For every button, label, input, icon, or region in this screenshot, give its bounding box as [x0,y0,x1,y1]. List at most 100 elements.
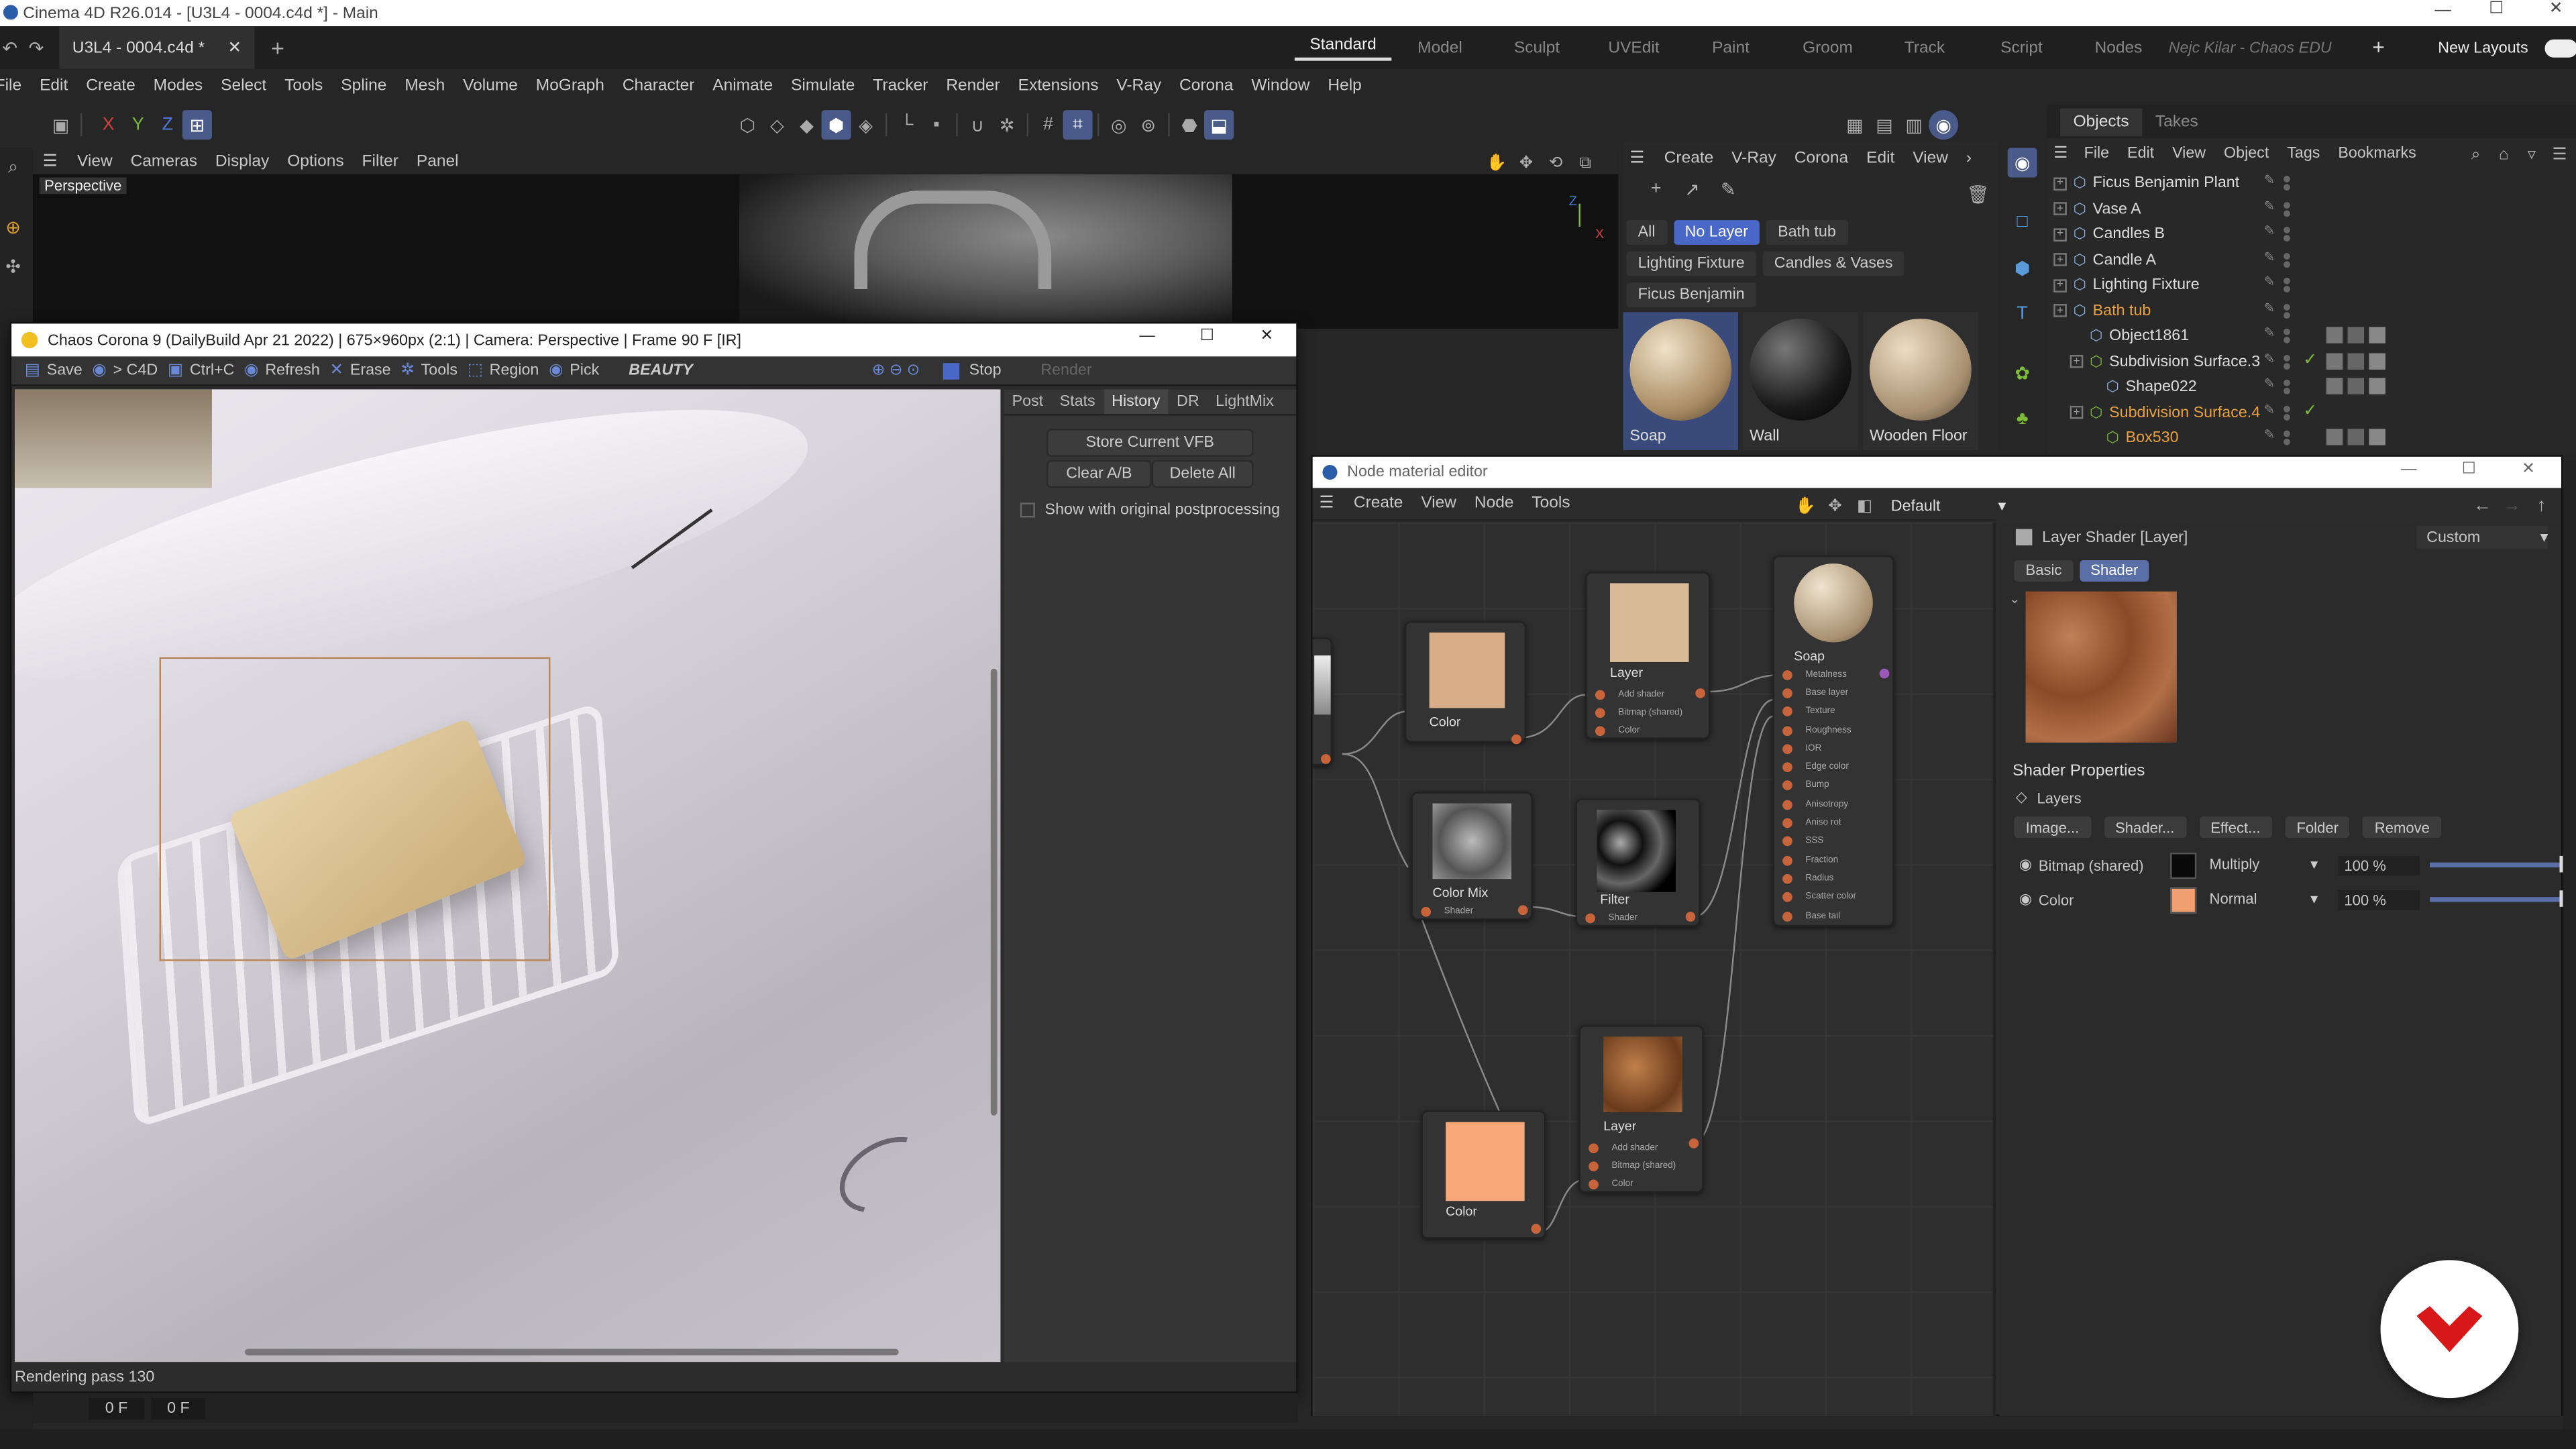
coordinate-system-icon[interactable]: ⊞ [182,110,212,140]
object-row[interactable]: + ⬡ Subdivision Surface.4 ✎ ✓ [2047,400,2576,425]
soap-port[interactable]: Anisotropy [1782,795,1886,814]
node-partial[interactable] [1312,637,1333,766]
visibility-dots[interactable] [2284,252,2290,267]
edit-toggle-icon[interactable]: ✎ [2264,198,2275,213]
tab-basic[interactable]: Basic [2012,557,2076,583]
erase-icon[interactable]: ✕ [329,362,343,380]
menu-spline[interactable]: Spline [341,76,386,95]
opacity-slider[interactable] [2429,890,2565,907]
pan-icon[interactable]: ✋ [1483,150,1509,176]
render-settings-icon[interactable]: ⬓ [1204,110,1234,140]
menu-mesh[interactable]: Mesh [405,76,445,95]
blend-mode-dropdown[interactable]: Normal ▾ [2210,890,2318,908]
soap-port[interactable]: Base tail [1782,906,1886,925]
eyedropper-icon[interactable]: ✎ [1715,176,1741,202]
render-queue-icon[interactable]: ▥ [1899,110,1929,140]
uv-mode-icon[interactable]: ◈ [851,110,881,140]
material-soap[interactable]: Soap [1623,312,1739,451]
camera-icon[interactable]: ◉ [2007,148,2037,178]
object-row[interactable]: ⬡ Object1861 ✎ [2047,323,2576,349]
menu-tools[interactable]: Tools [284,76,323,95]
tools-icon[interactable]: ✲ [400,362,415,380]
solo-icon[interactable]: ◎ [1104,110,1134,140]
move-view-icon[interactable]: ✥ [1513,150,1540,176]
object-mode-icon[interactable]: ▣ [46,110,76,140]
render-view-icon[interactable]: ⬣ [1175,110,1204,140]
store-vfb-button[interactable]: Store Current VFB [1046,429,1254,457]
stop-icon[interactable] [943,362,959,379]
menu-v-ray[interactable]: V-Ray [1116,76,1161,95]
object-row[interactable]: + ⬡ Lighting Fixture ✎ [2047,273,2576,299]
filter-lighting-fixture[interactable]: Lighting Fixture [1626,251,1756,276]
home-icon[interactable]: ⌂ [2491,142,2517,168]
layout-tab-paint[interactable]: Paint [1682,39,1779,57]
search-icon[interactable]: ⌕ [0,154,26,180]
object-row[interactable]: + ⬡ Vase A ✎ [2047,197,2576,222]
menu-volume[interactable]: Volume [463,76,518,95]
visibility-dots[interactable] [2284,176,2290,191]
soap-port[interactable]: Roughness [1782,721,1886,740]
visibility-dots[interactable] [2284,379,2290,394]
hamburger-icon[interactable]: ☰ [2053,144,2068,162]
material-wooden-floor[interactable]: Wooden Floor [1863,312,1978,451]
back-icon[interactable]: ← [2469,493,2496,519]
vfb-copy-button[interactable]: Ctrl+C [190,362,235,380]
object-row[interactable]: + ⬡ Bath tub ✎ [2047,298,2576,323]
show-original-checkbox[interactable] [1020,502,1035,518]
object-menu-view[interactable]: View [2172,144,2206,162]
cube-icon[interactable]: □ [2008,207,2037,237]
vfb-tab-post[interactable]: Post [1004,389,1051,414]
soap-port[interactable]: Base layer [1782,684,1886,703]
object-menu-edit[interactable]: Edit [2127,144,2154,162]
layer-row[interactable]: ◉ Color Normal ▾ 100 % [2019,882,2565,916]
viewport-menu-cameras[interactable]: Cameras [131,152,197,170]
vfb-pick-button[interactable]: Pick [570,362,599,380]
add-layout-icon[interactable]: + [2372,34,2385,59]
material-menu-edit[interactable]: Edit [1866,149,1894,167]
minimize-icon[interactable]: — [1139,327,1155,345]
visibility-dots[interactable] [2284,405,2290,420]
viewport-menu-display[interactable]: Display [215,152,269,170]
viewport-canvas[interactable]: Perspective Z X [32,174,1619,329]
layout-tab-script[interactable]: Script [1973,39,2070,57]
stop-button[interactable]: Stop [969,362,1002,380]
layer-remove-button[interactable]: Remove [2361,814,2443,840]
edit-toggle-icon[interactable]: ✎ [2264,427,2275,442]
forward-icon[interactable]: → [2499,493,2525,519]
move-tool-icon[interactable]: ⊕ [0,213,26,239]
tab-shader[interactable]: Shader [2078,557,2151,583]
node-color-mix[interactable]: Color Mix Shader [1411,792,1533,920]
layer-image-button[interactable]: Image... [2012,814,2092,840]
object-row[interactable]: + ⬡ Ficus Benjamin Plant ✎ [2047,171,2576,197]
visibility-dots[interactable] [2284,303,2290,318]
render-active-icon[interactable]: ▤ [1870,110,1899,140]
viewport-menu-view[interactable]: View [77,152,113,170]
vfb-tab-history[interactable]: History [1103,389,1169,415]
vfb-tools-button[interactable]: Tools [421,362,458,380]
vfb-erase-button[interactable]: Erase [350,362,391,380]
opacity-field[interactable]: 100 % [2337,855,2420,875]
layout-tab-nodes[interactable]: Nodes [2070,39,2167,57]
layer-folder-button[interactable]: Folder [2283,814,2352,840]
maximize-view-icon[interactable]: ⧉ [1572,150,1599,176]
vfb-refresh-button[interactable]: Refresh [265,362,319,380]
maximize-icon[interactable]: ☐ [1200,327,1214,345]
lock-icon[interactable]: ✲ [992,110,1022,140]
filter-candles-vases[interactable]: Candles & Vases [1762,251,1904,276]
menu-simulate[interactable]: Simulate [791,76,855,95]
mode-dropdown[interactable]: Custom ▾ [2416,525,2548,549]
tags-icon[interactable] [2326,429,2385,445]
visibility-dots[interactable] [2284,430,2290,445]
vfb-tab-dr[interactable]: DR [1169,389,1208,414]
menu-mograph[interactable]: MoGraph [536,76,604,95]
refresh-icon[interactable]: ◉ [244,362,258,380]
material-menu-corona[interactable]: Corona [1794,149,1848,167]
visibility-dots[interactable] [2284,354,2290,369]
visibility-dots[interactable] [2284,226,2290,242]
splitter-handle[interactable] [1992,522,1996,1417]
close-icon[interactable]: ✕ [2522,460,2535,478]
soap-port[interactable]: Metalness [1782,665,1886,684]
menu-file[interactable]: File [0,76,21,95]
check-icon[interactable]: ✓ [2303,402,2317,420]
clear-ab-button[interactable]: Clear A/B [1046,460,1152,488]
